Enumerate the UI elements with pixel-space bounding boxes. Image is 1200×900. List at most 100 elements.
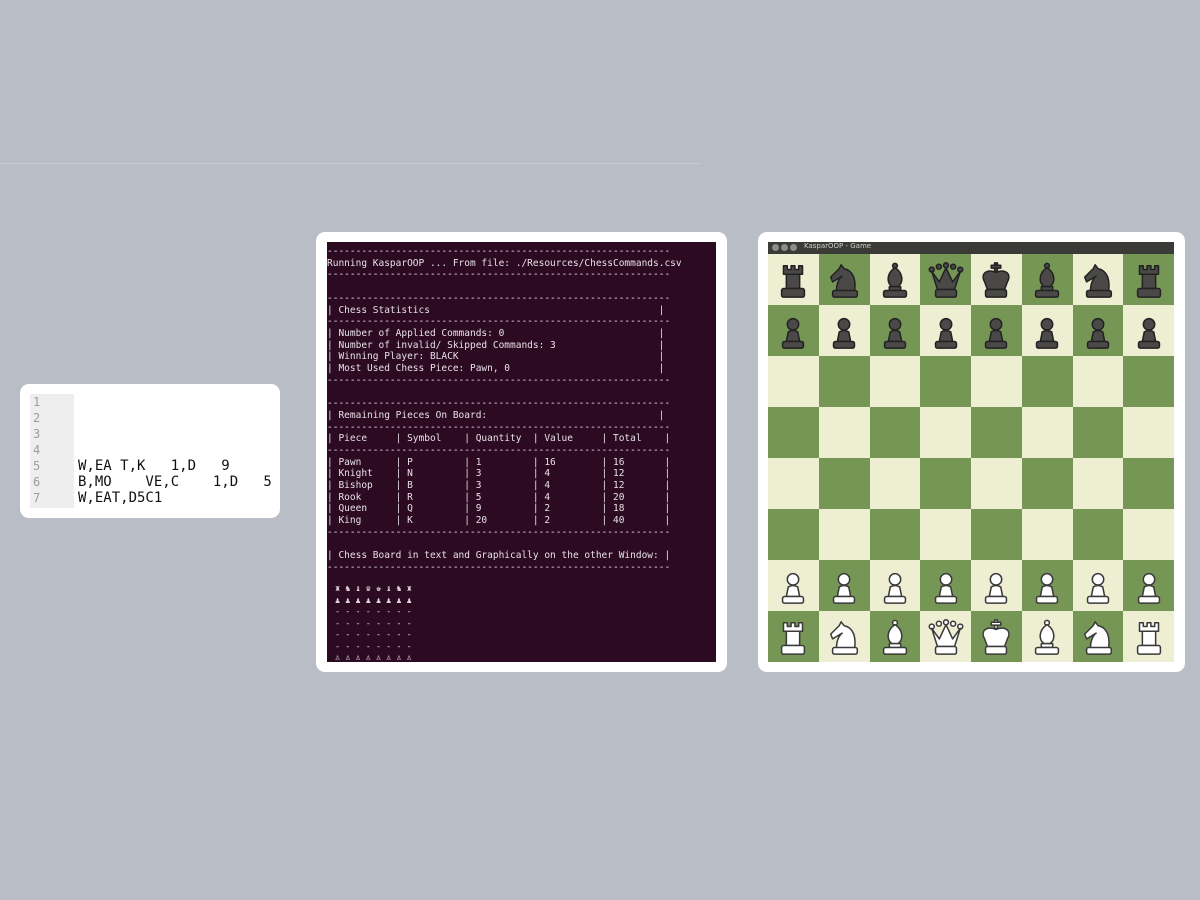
board-square[interactable] xyxy=(869,611,921,662)
board-square[interactable] xyxy=(768,509,819,560)
board-square[interactable] xyxy=(920,560,971,611)
code-line[interactable]: W,EAT,D5C1 xyxy=(78,490,162,506)
white-rook-icon[interactable] xyxy=(1123,611,1174,662)
board-square[interactable] xyxy=(1123,407,1174,458)
board-square[interactable] xyxy=(818,509,870,560)
board-square[interactable] xyxy=(1123,560,1174,611)
black-pawn-icon[interactable] xyxy=(1123,305,1174,356)
code-line[interactable]: W,EA T,K 1,D 9 xyxy=(78,458,230,474)
board-square[interactable] xyxy=(1021,611,1073,662)
board-square[interactable] xyxy=(971,560,1022,611)
black-king-icon[interactable] xyxy=(971,254,1022,305)
board-square[interactable] xyxy=(869,458,921,509)
white-bishop-icon[interactable] xyxy=(1022,611,1073,662)
black-pawn-icon[interactable] xyxy=(768,305,819,356)
board-square[interactable] xyxy=(1123,305,1174,356)
white-knight-icon[interactable] xyxy=(1073,611,1124,662)
board-square[interactable] xyxy=(1021,305,1073,356)
board-square[interactable] xyxy=(971,611,1022,662)
board-square[interactable] xyxy=(1072,254,1124,305)
white-rook-icon[interactable] xyxy=(768,611,819,662)
board-square[interactable] xyxy=(1021,254,1073,305)
board-square[interactable] xyxy=(1072,407,1124,458)
black-pawn-icon[interactable] xyxy=(920,305,971,356)
board-square[interactable] xyxy=(1072,611,1124,662)
black-knight-icon[interactable] xyxy=(1073,254,1124,305)
board-square[interactable] xyxy=(1072,458,1124,509)
black-rook-icon[interactable] xyxy=(768,254,819,305)
board-square[interactable] xyxy=(1123,458,1174,509)
black-bishop-icon[interactable] xyxy=(1022,254,1073,305)
board-square[interactable] xyxy=(971,458,1022,509)
board-square[interactable] xyxy=(920,611,971,662)
white-pawn-icon[interactable] xyxy=(971,560,1022,611)
board-square[interactable] xyxy=(920,407,971,458)
black-bishop-icon[interactable] xyxy=(870,254,921,305)
board-square[interactable] xyxy=(1021,407,1073,458)
board-square[interactable] xyxy=(869,407,921,458)
board-square[interactable] xyxy=(869,560,921,611)
code-line[interactable]: B,MO VE,C 1,D 5 xyxy=(78,474,272,490)
board-square[interactable] xyxy=(869,305,921,356)
white-queen-icon[interactable] xyxy=(920,611,971,662)
board-square[interactable] xyxy=(920,356,971,407)
board-square[interactable] xyxy=(1123,356,1174,407)
board-square[interactable] xyxy=(971,254,1022,305)
white-bishop-icon[interactable] xyxy=(870,611,921,662)
board-square[interactable] xyxy=(971,305,1022,356)
board-square[interactable] xyxy=(768,611,819,662)
board-square[interactable] xyxy=(869,356,921,407)
board-square[interactable] xyxy=(1072,560,1124,611)
white-pawn-icon[interactable] xyxy=(1123,560,1174,611)
board-square[interactable] xyxy=(920,305,971,356)
board-square[interactable] xyxy=(768,254,819,305)
board-square[interactable] xyxy=(1123,509,1174,560)
board-square[interactable] xyxy=(1021,458,1073,509)
maximize-window-button[interactable] xyxy=(790,244,797,251)
board-square[interactable] xyxy=(1123,611,1174,662)
board-square[interactable] xyxy=(869,509,921,560)
chess-board[interactable] xyxy=(768,254,1174,662)
board-square[interactable] xyxy=(818,254,870,305)
black-pawn-icon[interactable] xyxy=(1073,305,1124,356)
black-pawn-icon[interactable] xyxy=(1022,305,1073,356)
close-window-button[interactable] xyxy=(772,244,779,251)
board-square[interactable] xyxy=(768,560,819,611)
white-pawn-icon[interactable] xyxy=(819,560,870,611)
minimize-window-button[interactable] xyxy=(781,244,788,251)
board-square[interactable] xyxy=(971,407,1022,458)
board-square[interactable] xyxy=(818,611,870,662)
black-pawn-icon[interactable] xyxy=(971,305,1022,356)
board-square[interactable] xyxy=(818,458,870,509)
board-square[interactable] xyxy=(768,356,819,407)
black-queen-icon[interactable] xyxy=(920,254,971,305)
white-pawn-icon[interactable] xyxy=(1022,560,1073,611)
board-square[interactable] xyxy=(818,560,870,611)
board-square[interactable] xyxy=(1072,356,1124,407)
black-pawn-icon[interactable] xyxy=(870,305,921,356)
board-square[interactable] xyxy=(1072,509,1124,560)
board-square[interactable] xyxy=(1021,356,1073,407)
board-square[interactable] xyxy=(768,458,819,509)
board-square[interactable] xyxy=(818,407,870,458)
board-square[interactable] xyxy=(818,356,870,407)
white-knight-icon[interactable] xyxy=(819,611,870,662)
board-square[interactable] xyxy=(971,509,1022,560)
board-square[interactable] xyxy=(869,254,921,305)
white-pawn-icon[interactable] xyxy=(870,560,921,611)
board-square[interactable] xyxy=(1123,254,1174,305)
black-rook-icon[interactable] xyxy=(1123,254,1174,305)
white-pawn-icon[interactable] xyxy=(768,560,819,611)
terminal-output[interactable]: ----------------------------------------… xyxy=(327,242,716,662)
white-pawn-icon[interactable] xyxy=(920,560,971,611)
board-square[interactable] xyxy=(920,509,971,560)
board-square[interactable] xyxy=(768,407,819,458)
board-square[interactable] xyxy=(1021,560,1073,611)
black-pawn-icon[interactable] xyxy=(819,305,870,356)
black-knight-icon[interactable] xyxy=(819,254,870,305)
board-square[interactable] xyxy=(920,458,971,509)
board-square[interactable] xyxy=(1021,509,1073,560)
board-square[interactable] xyxy=(971,356,1022,407)
board-square[interactable] xyxy=(768,305,819,356)
board-square[interactable] xyxy=(1072,305,1124,356)
